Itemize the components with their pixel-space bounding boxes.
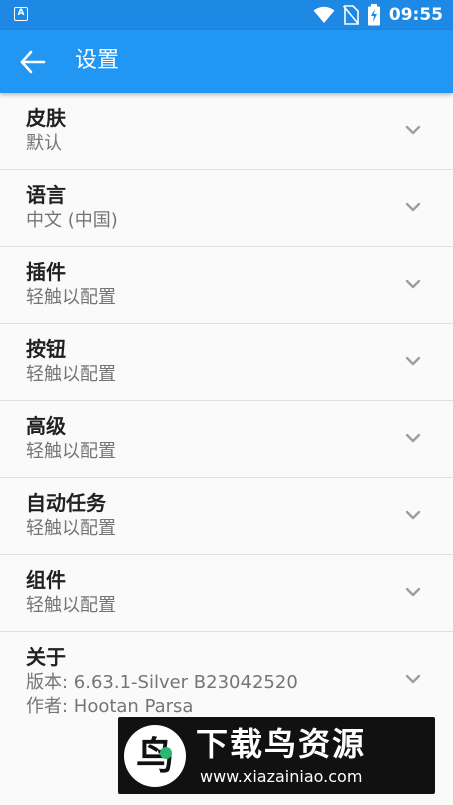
setting-item-advanced[interactable]: 高级 轻触以配置 <box>0 401 453 478</box>
app-notification-icon: A <box>14 7 28 21</box>
watermark-title: 下载鸟资源 <box>196 725 367 763</box>
setting-item-plugins[interactable]: 插件 轻触以配置 <box>0 247 453 324</box>
no-sim-icon <box>342 5 359 25</box>
setting-item-buttons[interactable]: 按钮 轻触以配置 <box>0 324 453 401</box>
setting-item-auto-tasks[interactable]: 自动任务 轻触以配置 <box>0 478 453 555</box>
app-bar: 设置 <box>0 30 453 93</box>
chevron-down-icon <box>405 356 421 366</box>
watermark-logo: 鸟 <box>124 725 186 787</box>
watermark-logo-dot <box>160 747 172 759</box>
status-icons: 09:55 <box>313 3 443 27</box>
setting-subtitle: 轻触以配置 <box>26 518 116 539</box>
setting-subtitle: 轻触以配置 <box>26 441 116 462</box>
status-bar: A 09:55 <box>0 0 453 30</box>
status-time: 09:55 <box>388 5 443 25</box>
chevron-down-icon <box>405 674 421 684</box>
chevron-down-icon <box>405 510 421 520</box>
author-text: 作者: Hootan Parsa <box>26 696 194 717</box>
setting-subtitle: 轻触以配置 <box>26 595 116 616</box>
setting-title: 高级 <box>26 414 66 438</box>
wifi-icon <box>313 6 335 23</box>
setting-title: 自动任务 <box>26 491 106 515</box>
setting-title: 关于 <box>26 645 66 669</box>
watermark-logo-glyph: 鸟 <box>135 734 174 778</box>
setting-subtitle: 轻触以配置 <box>26 364 116 385</box>
chevron-down-icon <box>405 202 421 212</box>
setting-subtitle: 轻触以配置 <box>26 287 116 308</box>
chevron-down-icon <box>405 587 421 597</box>
setting-item-language[interactable]: 语言 中文 (中国) <box>0 170 453 247</box>
setting-item-widgets[interactable]: 组件 轻触以配置 <box>0 555 453 632</box>
chevron-down-icon <box>405 125 421 135</box>
setting-title: 插件 <box>26 260 66 284</box>
setting-title: 语言 <box>26 183 66 207</box>
arrow-left-icon <box>20 50 46 74</box>
setting-title: 皮肤 <box>26 106 66 130</box>
page-title: 设置 <box>75 48 120 73</box>
watermark-url: www.xiazainiao.com <box>200 767 363 786</box>
setting-item-skin[interactable]: 皮肤 默认 <box>0 93 453 170</box>
chevron-down-icon <box>405 279 421 289</box>
settings-list: 皮肤 默认 语言 中文 (中国) 插件 轻触以配置 按钮 轻触以配置 高级 轻触… <box>0 93 453 722</box>
setting-item-about[interactable]: 关于 版本: 6.63.1-Silver B23042520 作者: Hoota… <box>0 632 453 722</box>
setting-title: 组件 <box>26 568 66 592</box>
setting-subtitle: 中文 (中国) <box>26 210 118 231</box>
setting-subtitle: 默认 <box>26 133 62 154</box>
setting-title: 按钮 <box>26 337 66 361</box>
battery-charging-icon <box>367 4 380 26</box>
watermark-banner: 鸟 下载鸟资源 www.xiazainiao.com <box>118 717 435 794</box>
version-text: 版本: 6.63.1-Silver B23042520 <box>26 672 298 693</box>
back-button[interactable] <box>18 48 48 76</box>
chevron-down-icon <box>405 433 421 443</box>
